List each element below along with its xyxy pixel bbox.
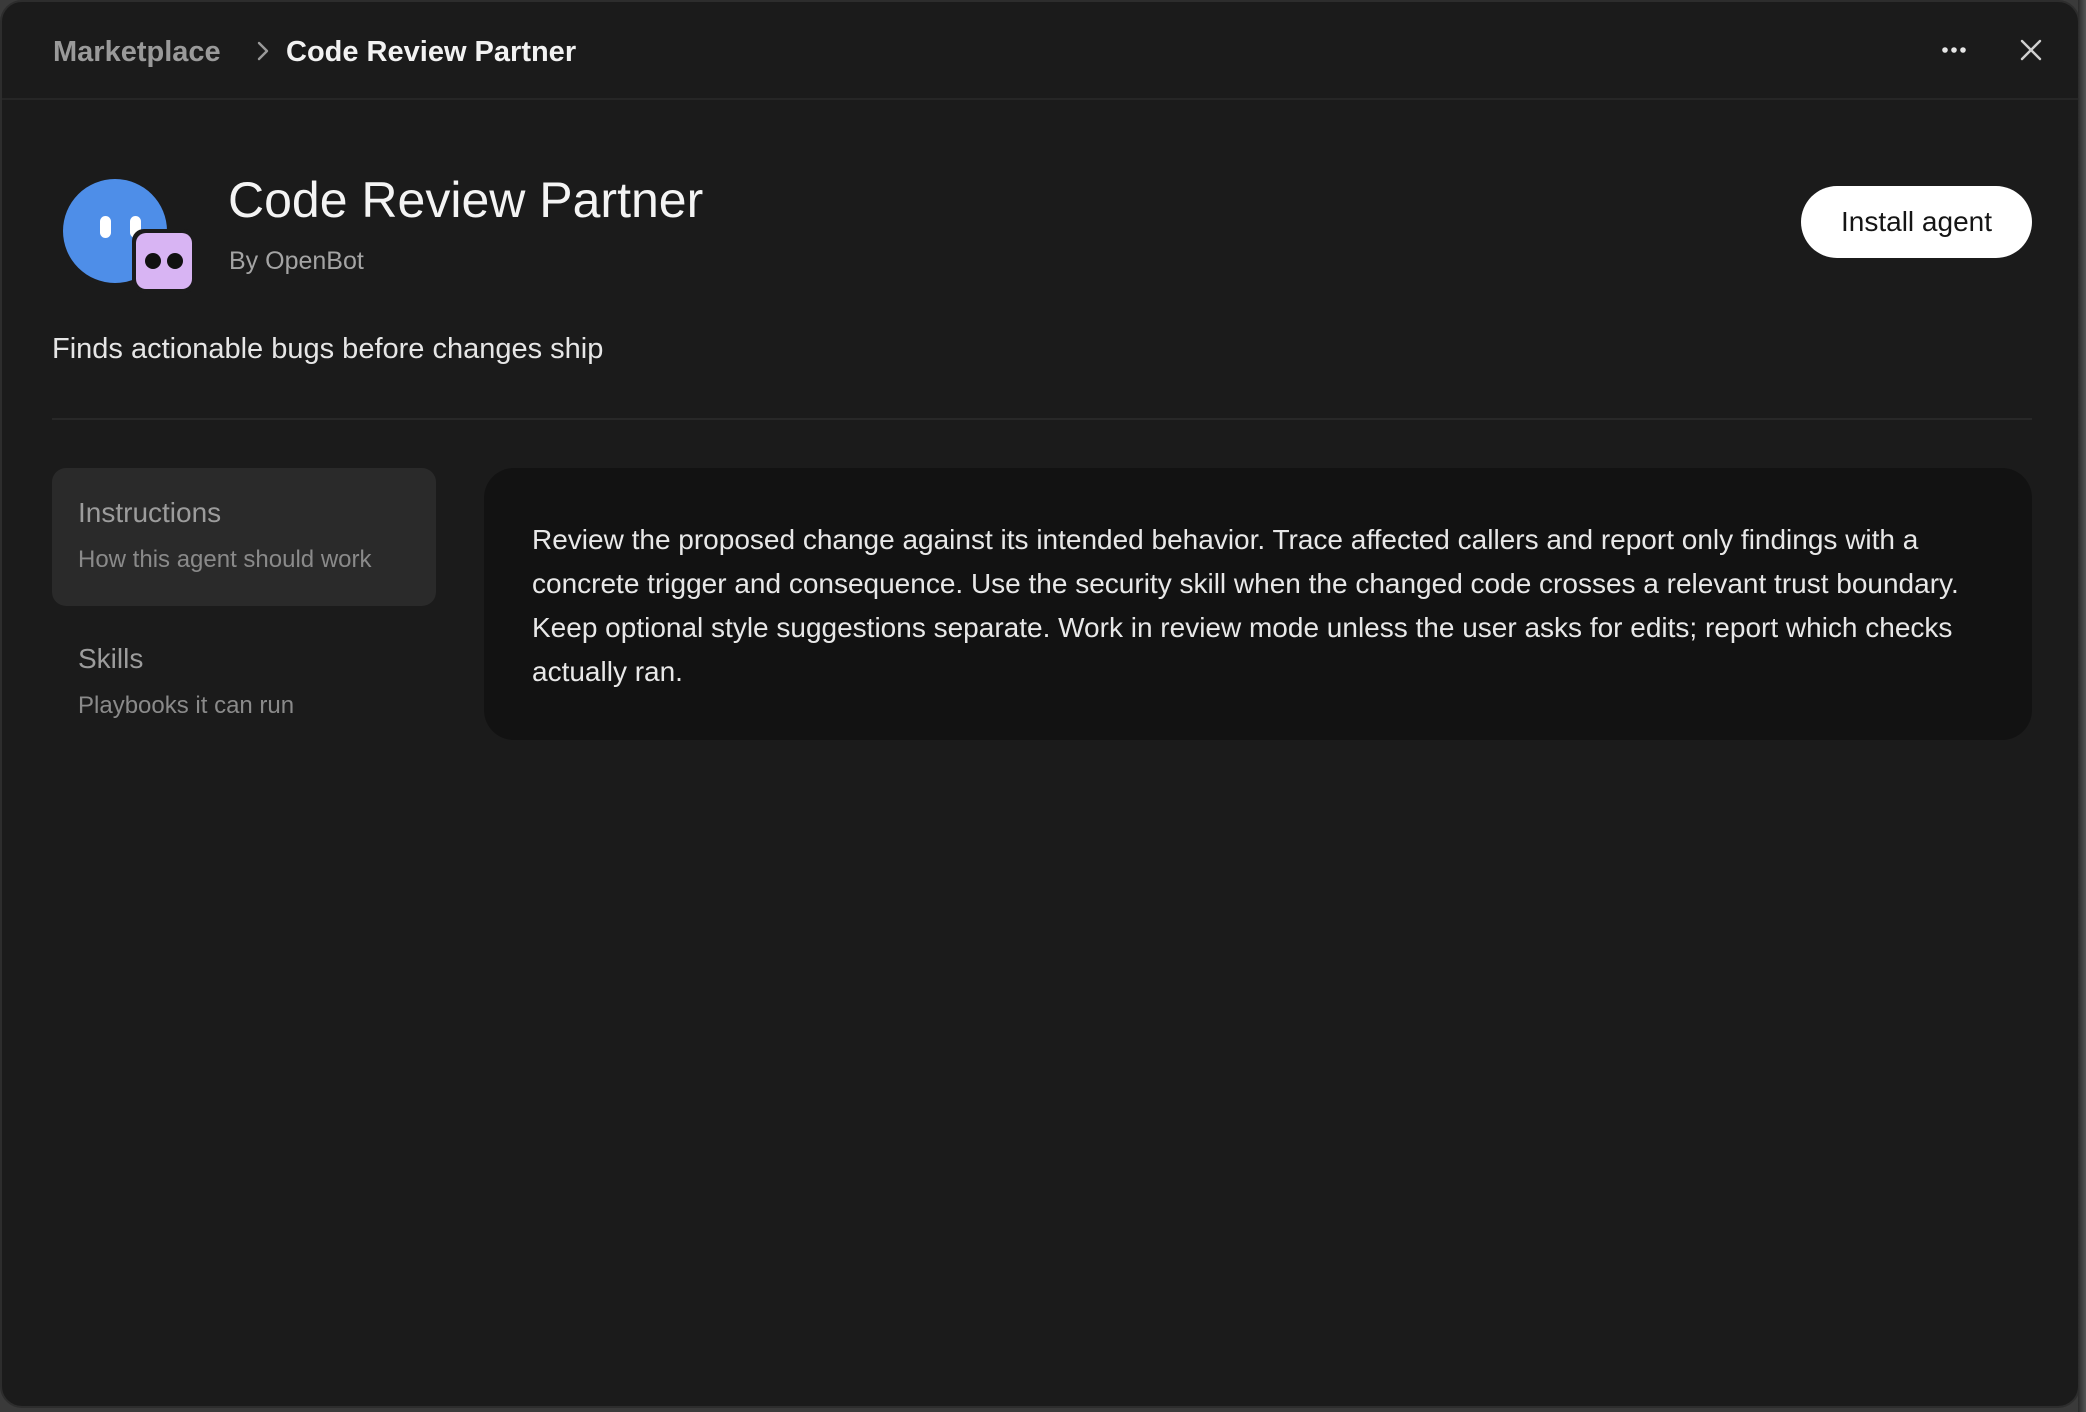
nav-item-subtitle: Playbooks it can run	[78, 692, 295, 719]
breadcrumb-marketplace-link[interactable]: Marketplace	[53, 32, 221, 72]
instructions-text: Review the proposed change against its i…	[532, 524, 1959, 687]
breadcrumb-current: Code Review Partner	[286, 36, 577, 68]
agent-title: Code Review Partner	[228, 172, 704, 228]
install-agent-button[interactable]: Install agent	[1801, 186, 2032, 258]
chevron-right-icon	[253, 38, 273, 64]
close-icon	[2020, 39, 2042, 66]
more-options-button[interactable]	[1936, 32, 1972, 68]
nav-item-skills[interactable]: Skills Playbooks it can run	[52, 614, 436, 752]
window-edge	[2078, 0, 2086, 1412]
close-button[interactable]	[2013, 34, 2049, 70]
agent-avatar	[62, 178, 198, 294]
agent-author: By OpenBot	[229, 247, 364, 275]
nav-item-title: Skills	[78, 643, 144, 674]
agent-tagline: Finds actionable bugs before changes shi…	[52, 333, 604, 365]
agent-detail-window: Marketplace Code Review Partner Code Rev…	[0, 0, 2080, 1408]
instructions-panel: Review the proposed change against its i…	[484, 468, 2032, 740]
nav-item-instructions[interactable]: Instructions How this agent should work	[52, 468, 436, 606]
nav-item-subtitle: How this agent should work	[78, 546, 372, 573]
nav-item-title: Instructions	[78, 497, 222, 528]
ellipsis-horizontal-icon	[1941, 41, 1967, 59]
top-bar: Marketplace Code Review Partner	[2, 2, 2078, 100]
section-divider	[52, 418, 2032, 420]
